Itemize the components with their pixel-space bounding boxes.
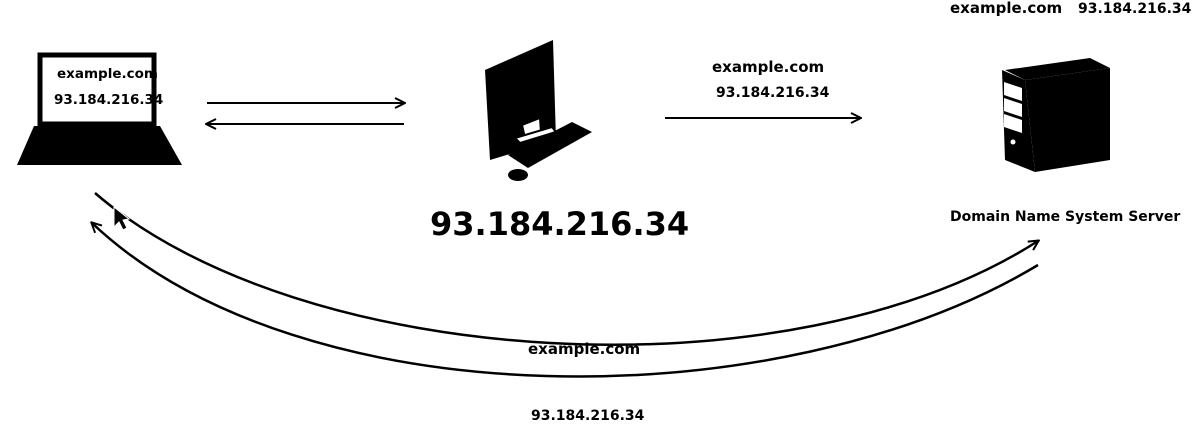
- arrow-ip-label: 93.184.216.34: [716, 85, 830, 101]
- server-tower-icon: [1002, 58, 1110, 172]
- top-right-ip: 93.184.216.34: [1078, 1, 1192, 17]
- desktop-ip-caption: 93.184.216.34: [430, 205, 690, 243]
- arc-ip-label: 93.184.216.34: [531, 408, 645, 424]
- laptop-screen-ip: 93.184.216.34: [54, 92, 164, 108]
- desktop-computer-icon: [485, 40, 592, 181]
- arrow-domain-label: example.com: [712, 58, 825, 76]
- dns-server-caption: Domain Name System Server: [950, 209, 1181, 225]
- mouse-cursor-icon: [113, 205, 131, 231]
- top-right-domain: example.com: [950, 0, 1063, 17]
- laptop-screen-domain: example.com: [57, 66, 158, 82]
- arc-domain-label: example.com: [528, 340, 641, 358]
